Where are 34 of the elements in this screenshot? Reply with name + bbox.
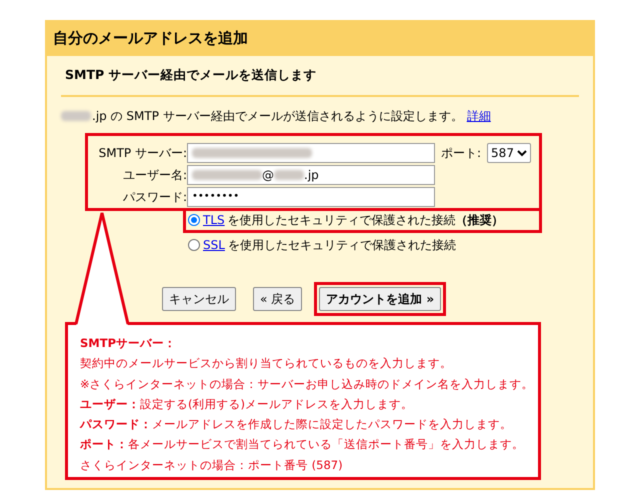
description-text: .jp の SMTP サーバー経由でメールが送信されるように設定します。 — [92, 108, 463, 125]
field-label: ユーザー名: — [122, 166, 187, 184]
callout-text: ユーザー：設定する(利用する)メールアドレスを入力します。 — [80, 396, 414, 413]
chevron-down-icon — [516, 148, 527, 157]
domain-suffix: .jp — [304, 166, 319, 184]
radio-button[interactable] — [188, 214, 200, 226]
blurred-text — [192, 170, 262, 180]
username-input[interactable]: @ .jp — [187, 164, 435, 185]
field-label: ポート: — [441, 144, 482, 162]
field-label: パスワード: — [122, 188, 187, 206]
callout-text: SMTPサーバー： — [80, 335, 177, 352]
dialog-button[interactable]: キャンセル — [162, 286, 236, 311]
callout-text: ※さくらインターネットの場合：サーバーお申し込み時のドメイン名を入力します。 — [80, 376, 526, 392]
dialog-title: 自分のメールアドレスを追加 — [52, 28, 249, 49]
blurred-text — [61, 110, 91, 121]
server-input[interactable] — [187, 142, 435, 163]
details-link[interactable]: 詳細 — [466, 106, 491, 125]
dialog-button[interactable]: « 戻る — [253, 286, 302, 311]
callout-text: パスワード：メールアドレスを作成した際に設定したパスワードを入力します。 — [80, 416, 513, 433]
callout-text: ポート：各メールサービスで割当てられている「送信ポート番号」を入力します。 — [80, 436, 525, 454]
password-input[interactable]: •••••••• — [187, 186, 435, 207]
callout-text: 契約中のメールサービスから割り当てられているものを入力します。 — [80, 355, 453, 372]
radio-button[interactable] — [188, 239, 200, 252]
protocol-link[interactable]: TLS — [203, 211, 225, 230]
blurred-text — [274, 170, 304, 180]
field-label: SMTP サーバー: — [98, 144, 187, 162]
dialog-button[interactable]: アカウントを追加 » — [319, 286, 442, 311]
callout-text: さくらインターネットの場合：ポート番号 (587) — [80, 456, 344, 474]
option-label: を使用したセキュリティで保護された接続（推奨） — [228, 212, 504, 230]
section-heading: SMTP サーバー経由でメールを送信します — [64, 66, 318, 84]
protocol-link[interactable]: SSL — [203, 236, 225, 254]
at-sign: @ — [262, 166, 274, 184]
option-label: を使用したセキュリティで保護された接続 — [228, 237, 456, 254]
port-select[interactable]: 587 — [487, 142, 531, 163]
